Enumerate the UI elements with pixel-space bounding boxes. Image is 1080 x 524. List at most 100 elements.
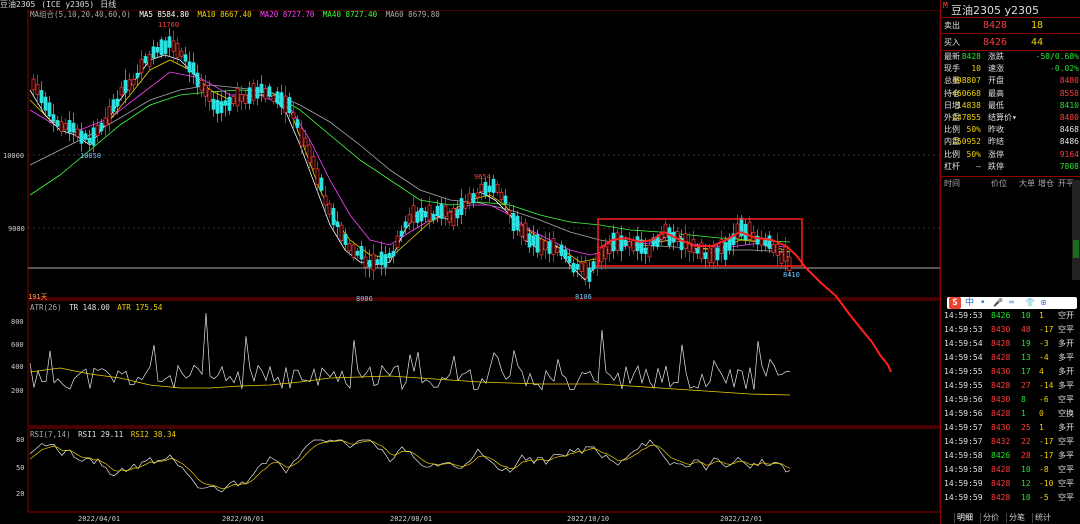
atr-label: ATR(26) (30, 303, 62, 312)
tick-size: 8 (1021, 395, 1026, 404)
price-axis-10000: 10000 (3, 152, 24, 160)
stat-value-2: 8480 (1059, 113, 1079, 122)
date-label-3: 2022/08/01 (390, 515, 432, 523)
keyboard-icon[interactable]: ⌨ (1009, 297, 1014, 309)
ma5-line (29, 54, 791, 281)
tick-size: 28 (1021, 451, 1031, 460)
stat-value: — (976, 161, 981, 171)
tick-row: 14:59:56 8428 1 0 空换 (941, 408, 1080, 420)
tick-oi: -4 (1039, 353, 1049, 362)
rsi-axis-50: 50 (16, 464, 24, 472)
skin-icon[interactable]: 👕 (1025, 297, 1035, 309)
tick-oi: -8 (1039, 465, 1049, 474)
tick-type: 多开 (1058, 339, 1074, 348)
tab-detail[interactable]: 明细 (954, 513, 975, 523)
tick-list[interactable]: 14:59:53 8426 10 1 空开 14:59:53 8430 48 -17 空平 14:5… (941, 310, 1080, 510)
stat-row: 比例 50% 昨收 8468 (941, 124, 1080, 136)
tick-oi: -17 (1039, 437, 1054, 446)
sogou-logo-icon[interactable]: S (949, 297, 961, 309)
scrollbar-thumb[interactable] (1073, 240, 1079, 258)
tick-time: 14:59:58 (944, 465, 983, 474)
tick-size: 27 (1021, 381, 1031, 390)
scrollbar[interactable] (1072, 180, 1080, 280)
atr-legend: ATR(26) TR 148.00 ATR 175.54 (30, 303, 162, 313)
tick-header: 时间 价位 大单 增仓 开平 (941, 178, 1080, 190)
tick-row: 14:59:57 8432 22 -17 空平 (941, 436, 1080, 448)
stats-table: 最新 8428 涨跌 -58/0.68% 现手 10 速涨 -0.02% 总量 498807 开盘 8… (941, 51, 1080, 176)
high-annotation-2: 9654 (474, 173, 491, 181)
tick-oi: 1 (1039, 311, 1044, 320)
tick-oi: -10 (1039, 479, 1054, 488)
ma60-line (29, 84, 791, 253)
panel-tabs: 明细 分价 分笔 统计 (940, 512, 1080, 524)
stat-label-2: 最高 (988, 88, 1004, 98)
stat-value: 50% (966, 149, 981, 159)
tick-type: 空平 (1058, 465, 1074, 474)
tick-price: 8428 (991, 381, 1011, 390)
tab-price[interactable]: 分价 (980, 513, 1001, 523)
toolbox-icon[interactable]: ⊞ (1041, 297, 1046, 309)
rsi-pane-frame (27, 427, 940, 513)
kline-chart[interactable]: 11760 10050 9654 8086 8106 8410 191天 100… (0, 10, 940, 524)
tick-price: 8428 (991, 409, 1011, 418)
stat-value: 247855 (952, 113, 981, 122)
stat-value: 50% (966, 125, 981, 135)
stat-row: 外盘 247855 结算价▾ 8480 (941, 112, 1080, 124)
quote-panel: M 豆油2305 y2305 卖出 8428 18 买入 8426 44 最新 8… (940, 0, 1080, 524)
tick-row: 14:59:53 8430 48 -17 空平 (941, 324, 1080, 336)
period-label[interactable]: 日线 (100, 0, 116, 9)
tick-size: 19 (1021, 339, 1031, 348)
stat-value: 8428 (961, 52, 981, 61)
stat-label-2: 涨跌 (988, 52, 1004, 61)
ma-combo-label: MA组合(5,10,20,40,60,0) (30, 10, 131, 19)
tick-time: 14:59:58 (944, 451, 983, 460)
atr-tr-line (29, 312, 791, 391)
ma40-value: MA40 8727.40 (322, 10, 378, 19)
tick-type: 多开 (1058, 367, 1074, 376)
tick-size: 25 (1021, 423, 1031, 432)
ime-punct-icon[interactable]: • (980, 297, 985, 309)
tick-row: 14:59:54 8428 19 -3 多开 (941, 338, 1080, 350)
ma5-value: MA5 8584.80 (139, 10, 189, 19)
candlesticks (31, 27, 792, 289)
stat-label-2: 结算价▾ (988, 113, 1017, 122)
ma60-value: MA60 8679.80 (385, 10, 440, 19)
ime-toolbar[interactable]: S 中 • 🎤 ⌨ 👕 ⊞ (947, 297, 1077, 309)
stat-row: 现手 10 速涨 -0.02% (941, 63, 1080, 75)
mic-icon[interactable]: 🎤 (993, 297, 1003, 309)
tick-row: 14:59:58 8428 10 -8 空平 (941, 464, 1080, 476)
buy-qty: 44 (1031, 37, 1044, 48)
tick-type: 空平 (1058, 479, 1074, 488)
stat-value: 498807 (952, 76, 981, 86)
tick-type: 多开 (1058, 423, 1074, 432)
atr-axis-200: 200 (11, 387, 24, 395)
tick-price: 8428 (991, 353, 1011, 362)
tab-tick[interactable]: 分笔 (1006, 513, 1027, 523)
tick-type: 多平 (1058, 381, 1074, 390)
rsi-legend: RSI(7,14) RSI1 29.11 RSI2 38.34 (30, 430, 176, 440)
tick-type: 空平 (1058, 325, 1074, 334)
tick-type: 多平 (1058, 451, 1074, 460)
ime-mode-icon[interactable]: 中 (965, 297, 974, 309)
stat-value-2: 7808 (1059, 161, 1079, 171)
stat-value-2: -0.02% (1050, 64, 1079, 74)
atr-axis-800: 800 (11, 318, 24, 326)
tick-time: 14:59:57 (944, 437, 983, 446)
rsi2-value: RSI2 38.34 (130, 430, 176, 439)
tick-oi: -17 (1039, 451, 1054, 460)
tab-stats[interactable]: 统计 (1032, 513, 1053, 523)
vol-tag: 191天 (28, 293, 48, 301)
tick-type: 空平 (1058, 437, 1074, 446)
sell-qty: 18 (1031, 20, 1044, 31)
stat-label: 比例 (944, 149, 960, 159)
stat-value-2: 8558 (1059, 88, 1079, 98)
tick-price: 8428 (991, 465, 1011, 474)
tick-oi: -14 (1039, 381, 1054, 390)
stat-value-2: 8468 (1059, 125, 1079, 135)
sell-price: 8428 (983, 20, 1008, 31)
tick-time: 14:59:54 (944, 353, 983, 362)
tick-price: 8430 (991, 325, 1011, 334)
tick-price: 8430 (991, 395, 1011, 404)
stat-label: 比例 (944, 125, 960, 135)
stat-label-2: 昨结 (988, 137, 1004, 147)
